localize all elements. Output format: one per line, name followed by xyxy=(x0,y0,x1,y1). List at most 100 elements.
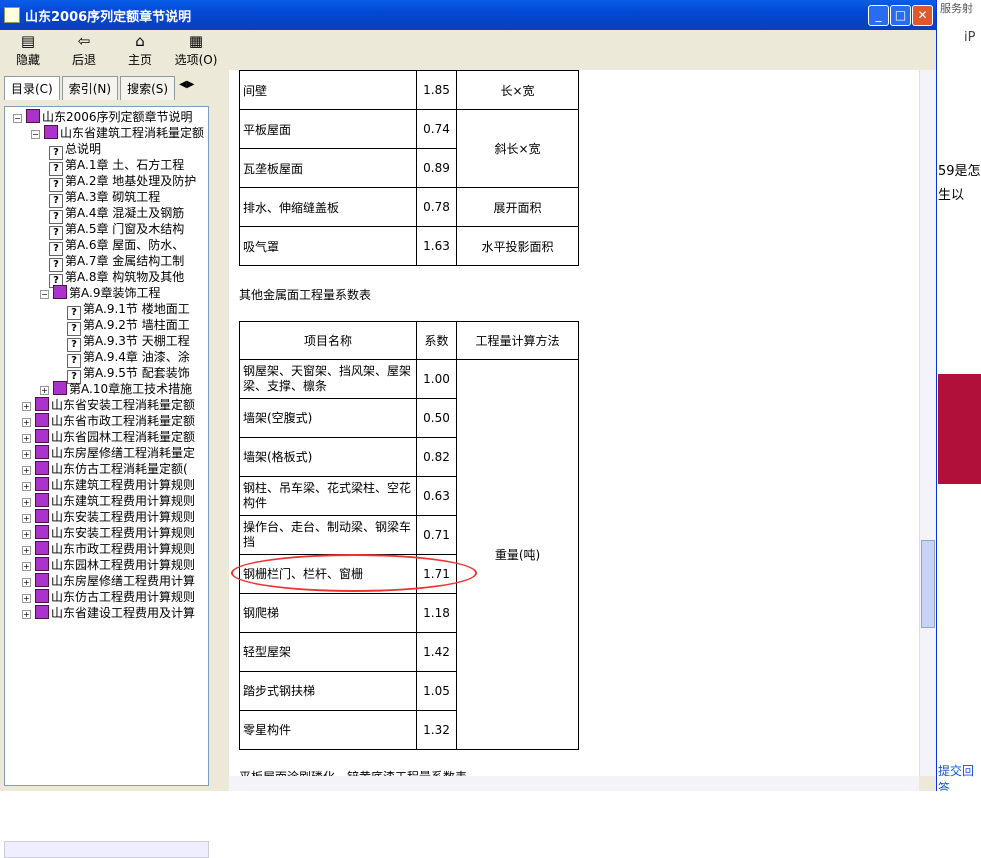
table-cell: 1.18 xyxy=(416,593,457,633)
tree-item[interactable]: ? 第A.3章 砌筑工程 xyxy=(49,189,160,208)
toolbar-button-1[interactable]: ⇦ 后退 xyxy=(56,30,112,70)
tab-2[interactable]: 搜索(S) xyxy=(120,76,176,100)
tree-item[interactable]: ? 第A.6章 屋面、防水、 xyxy=(49,237,184,256)
toolbar-button-0[interactable]: ▤ 隐藏 xyxy=(0,30,56,70)
table-cell: 墙架(空腹式) xyxy=(239,398,417,438)
bg-submit-answer-link[interactable]: 提交回答 xyxy=(938,762,981,791)
expand-toggle[interactable]: + xyxy=(22,482,31,491)
tree-item-label: 总说明 xyxy=(65,142,102,156)
tree-item[interactable]: + 山东省园林工程消耗量定额 xyxy=(22,429,195,445)
tree-item[interactable]: + 山东房屋修缮工程消耗量定 xyxy=(22,445,195,461)
expand-toggle[interactable]: + xyxy=(22,562,31,571)
expand-toggle[interactable]: − xyxy=(31,130,40,139)
window-title: 山东2006序列定额章节说明 xyxy=(25,9,192,25)
tree-item[interactable]: + 山东建筑工程费用计算规则 xyxy=(22,493,195,509)
tree-item[interactable]: ? 第A.9.2节 墙柱面工 xyxy=(67,317,190,336)
expand-toggle[interactable]: + xyxy=(22,450,31,459)
expand-toggle[interactable]: + xyxy=(22,530,31,539)
table-header-cell: 系数 xyxy=(416,321,457,360)
table-cell: 墙架(格板式) xyxy=(239,437,417,477)
tree-item[interactable]: + 山东建筑工程费用计算规则 xyxy=(22,477,195,493)
tree-item-label: 山东仿古工程消耗量定额( xyxy=(51,462,188,476)
navigation-pane: 目录(C) 索引(N) 搜索(S) ◀▶ − 山东2006序列定额章节说明 − 山东省建筑工… xyxy=(0,76,224,858)
expand-toggle[interactable]: + xyxy=(22,418,31,427)
tree-horizontal-scrollbar[interactable] xyxy=(4,841,209,858)
expand-toggle[interactable]: − xyxy=(40,290,49,299)
toolbar-label: 后退 xyxy=(71,53,96,67)
expand-toggle[interactable]: + xyxy=(40,386,49,395)
table-caption: 其他金属面工程量系数表 xyxy=(239,288,372,302)
expand-toggle[interactable]: + xyxy=(22,546,31,555)
table-cell: 0.74 xyxy=(416,109,457,149)
tree-item[interactable]: + 山东园林工程费用计算规则 xyxy=(22,557,195,573)
tab-1[interactable]: 索引(N) xyxy=(61,76,119,100)
expand-toggle[interactable]: + xyxy=(22,514,31,523)
table-cell: 1.85 xyxy=(416,70,457,110)
table-header-cell: 工程量计算方法 xyxy=(456,321,579,360)
tree-item[interactable]: + 山东市政工程费用计算规则 xyxy=(22,541,195,557)
tree-item[interactable]: − 山东省建筑工程消耗量定额 xyxy=(31,125,204,141)
tree-item[interactable]: ? 第A.9.4章 油漆、涂 xyxy=(67,349,190,368)
contents-tree[interactable]: − 山东2006序列定额章节说明 − 山东省建筑工程消耗量定额? 总说明? 第A.1章 土… xyxy=(4,106,209,786)
tree-item[interactable]: ? 第A.1章 土、石方工程 xyxy=(49,157,184,176)
tree-item[interactable]: + 第A.10章施工技术措施 xyxy=(40,381,192,397)
expand-toggle[interactable]: + xyxy=(22,498,31,507)
tree-item[interactable]: ? 第A.4章 混凝土及钢筋 xyxy=(49,205,184,224)
tree-item[interactable]: ? 第A.2章 地基处理及防护 xyxy=(49,173,196,192)
tree-item[interactable]: ? 第A.7章 金属结构工制 xyxy=(49,253,184,272)
toolbar-label: 选项(O) xyxy=(174,53,218,67)
tree-item[interactable]: ? 第A.9.1节 楼地面工 xyxy=(67,301,190,320)
expand-toggle[interactable]: + xyxy=(22,610,31,619)
tree-item-label: 山东市政工程费用计算规则 xyxy=(51,542,196,556)
tree-item[interactable]: + 山东省安装工程消耗量定额 xyxy=(22,397,195,413)
tree-item[interactable]: ? 第A.8章 构筑物及其他 xyxy=(49,269,184,288)
tree-item[interactable]: + 山东安装工程费用计算规则 xyxy=(22,525,195,541)
expand-toggle[interactable]: + xyxy=(22,466,31,475)
expand-toggle[interactable]: + xyxy=(22,402,31,411)
toolbar-label: 隐藏 xyxy=(15,53,40,67)
tree-item[interactable]: ? 第A.5章 门窗及木结构 xyxy=(49,221,185,240)
tree-item[interactable]: + 山东省建设工程费用及计算 xyxy=(22,605,195,621)
toolbar-button-2[interactable]: ⌂ 主页 xyxy=(112,30,168,70)
content-horizontal-scrollbar[interactable] xyxy=(229,776,919,791)
tree-item-label: 第A.9.1节 楼地面工 xyxy=(83,302,190,316)
tree-item[interactable]: − 第A.9章装饰工程 xyxy=(40,285,160,301)
tree-item[interactable]: − 山东2006序列定额章节说明 xyxy=(13,109,193,125)
tree-item-label: 山东园林工程费用计算规则 xyxy=(51,558,196,572)
table-cell: 吸气罩 xyxy=(239,226,417,266)
book-icon xyxy=(35,557,49,571)
expand-toggle[interactable]: + xyxy=(22,594,31,603)
table-cell: 1.05 xyxy=(416,671,457,711)
minimize-button[interactable]: _ xyxy=(868,5,889,26)
tree-item[interactable]: + 山东安装工程费用计算规则 xyxy=(22,509,195,525)
tree-item[interactable]: ? 第A.9.5节 配套装饰 xyxy=(67,365,190,384)
tree-item[interactable]: ? 第A.9.3节 天棚工程 xyxy=(67,333,190,352)
tree-item-label: 第A.9.2节 墙柱面工 xyxy=(83,318,190,332)
table-cell: 0.89 xyxy=(416,148,457,188)
close-button[interactable]: ✕ xyxy=(912,5,933,26)
table-row: 钢屋架、天窗架、挡风架、屋架梁、支撑、檩条 1.00 重量(吨) xyxy=(239,359,579,750)
expand-toggle[interactable]: + xyxy=(22,434,31,443)
tree-item[interactable]: + 山东房屋修缮工程费用计算 xyxy=(22,573,195,589)
tree-item[interactable]: + 山东省市政工程消耗量定额 xyxy=(22,413,195,429)
expand-toggle[interactable]: + xyxy=(22,578,31,587)
expand-toggle[interactable]: − xyxy=(13,114,22,123)
tree-item[interactable]: + 山东仿古工程费用计算规则 xyxy=(22,589,195,605)
book-icon xyxy=(35,605,49,619)
tree-item-label: 第A.5章 门窗及木结构 xyxy=(65,222,185,236)
maximize-button[interactable]: □ xyxy=(890,5,911,26)
toolbar-button-3[interactable]: ▦ 选项(O) xyxy=(168,30,224,70)
table-cell: 1.42 xyxy=(416,632,457,672)
table-row: 排水、伸缩缝盖板 0.78 展开面积 xyxy=(239,187,579,227)
tab-scroll-arrows[interactable]: ◀▶ xyxy=(179,76,194,100)
scroll-thumb[interactable] xyxy=(921,540,935,628)
content-vertical-scrollbar[interactable] xyxy=(919,70,936,776)
tree-item[interactable]: + 山东仿古工程消耗量定额( xyxy=(22,461,188,477)
table-cell: 轻型屋架 xyxy=(239,632,417,672)
tree-item-label: 山东省建设工程费用及计算 xyxy=(51,606,196,620)
tree-item[interactable]: ? 总说明 xyxy=(49,141,102,160)
tab-strip: 目录(C) 索引(N) 搜索(S) ◀▶ xyxy=(4,76,224,100)
tab-0[interactable]: 目录(C) xyxy=(4,76,60,100)
tree-item-label: 第A.9.3节 天棚工程 xyxy=(83,334,190,348)
book-icon xyxy=(35,541,49,555)
